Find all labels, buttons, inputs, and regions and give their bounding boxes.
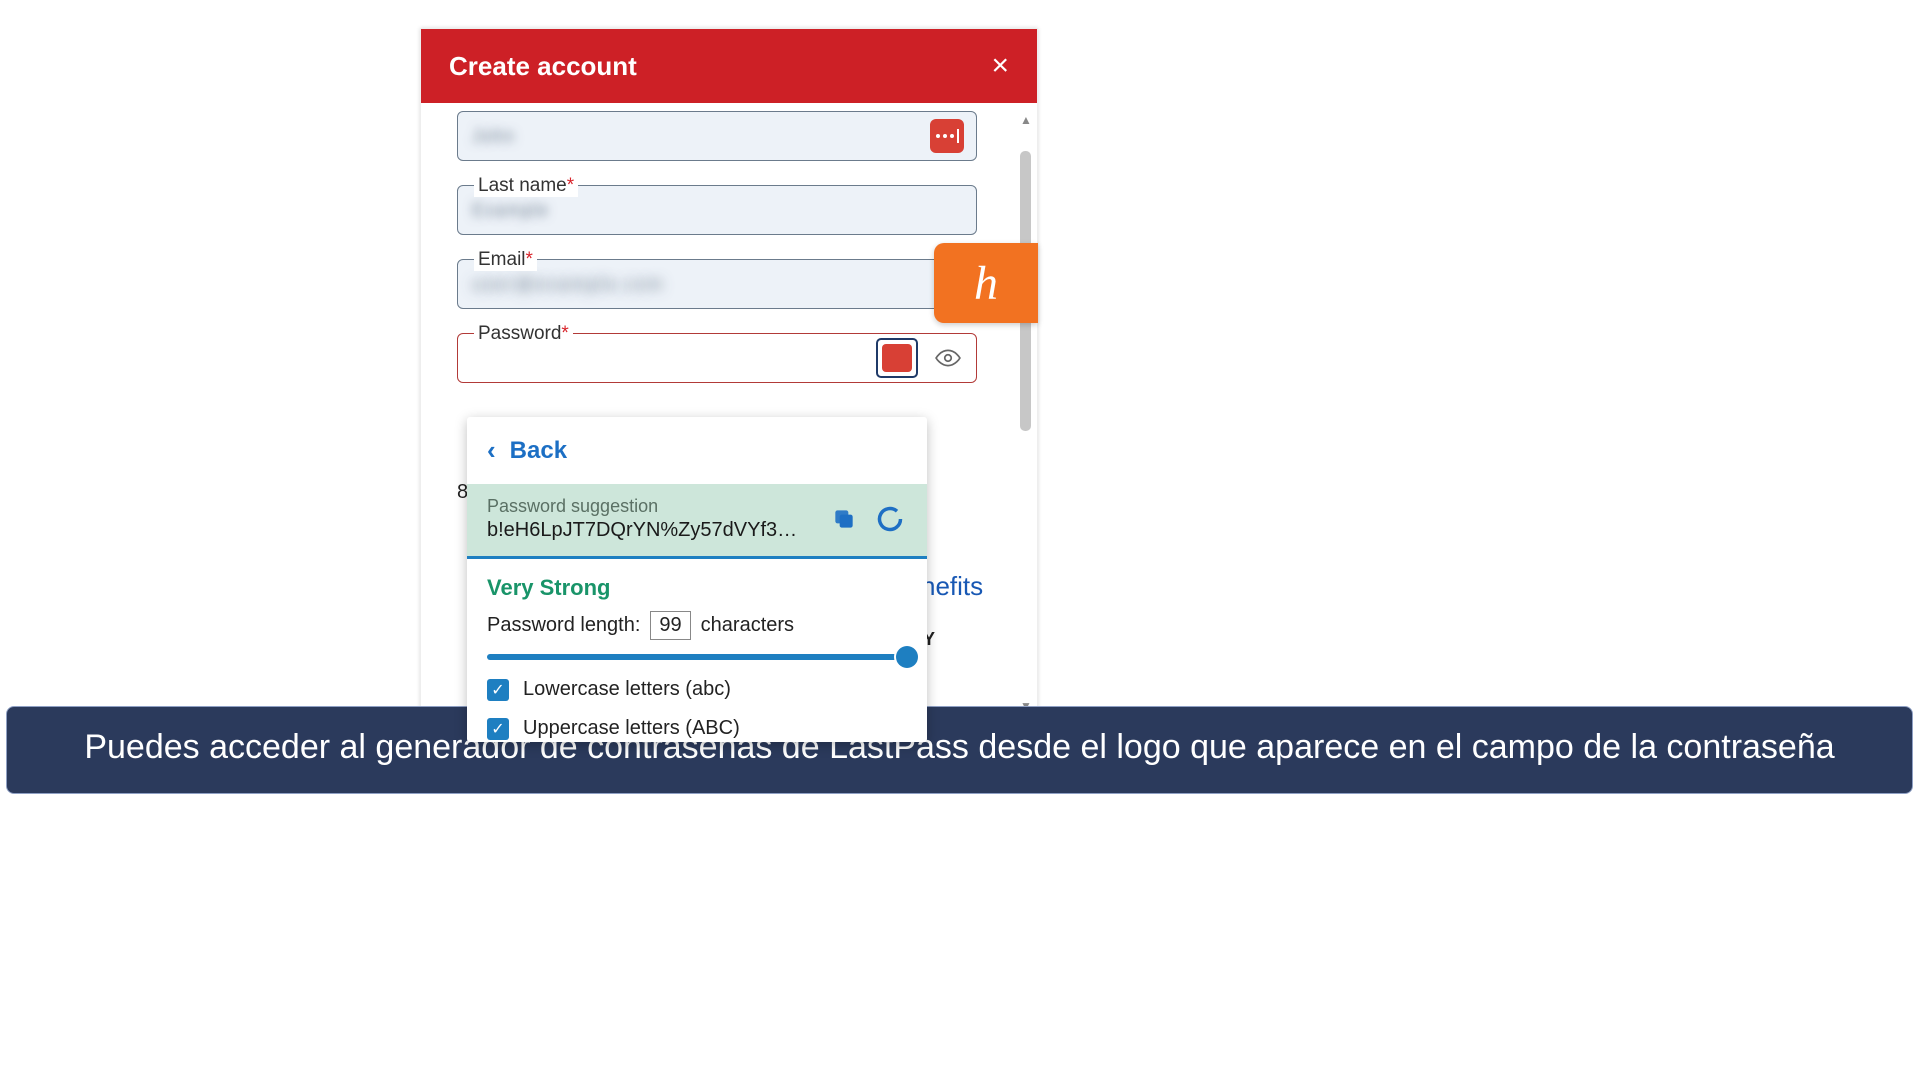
email-field[interactable]: Email* user@example.com bbox=[457, 259, 977, 309]
close-icon[interactable]: × bbox=[991, 49, 1009, 83]
caption: Puedes acceder al generador de contraseñ… bbox=[6, 706, 1913, 794]
suggestion-row: Password suggestion b!eH6LpJT7DQrYN%Zy57… bbox=[467, 484, 927, 559]
length-slider[interactable] bbox=[467, 650, 927, 670]
email-value: user@example.com bbox=[472, 274, 664, 295]
length-input[interactable]: 99 bbox=[650, 611, 690, 640]
suggestion-value: b!eH6LpJT7DQrYN%Zy57dVYf3WgxV… bbox=[487, 519, 815, 542]
back-button[interactable]: ‹ Back bbox=[467, 417, 927, 484]
length-row: Password length: 99 characters bbox=[467, 611, 927, 650]
scroll-up-icon[interactable]: ▲ bbox=[1017, 111, 1035, 129]
lowercase-label: Lowercase letters (abc) bbox=[523, 678, 731, 701]
suggestion-label: Password suggestion bbox=[487, 496, 815, 517]
honey-icon: h bbox=[974, 256, 998, 311]
email-label: Email* bbox=[474, 249, 537, 271]
panel-header: Create account × bbox=[421, 29, 1037, 103]
back-label: Back bbox=[510, 437, 567, 465]
uppercase-option[interactable]: ✓ Uppercase letters (ABC) bbox=[467, 709, 927, 742]
checkbox-checked-icon[interactable]: ✓ bbox=[487, 718, 509, 740]
last-name-value: Example bbox=[472, 200, 549, 221]
lowercase-option[interactable]: ✓ Lowercase letters (abc) bbox=[467, 670, 927, 709]
last-name-field[interactable]: Last name* Example bbox=[457, 185, 977, 235]
first-name-value: John bbox=[472, 126, 515, 147]
password-label: Password* bbox=[474, 323, 573, 345]
strength-label: Very Strong bbox=[467, 559, 927, 611]
eye-icon[interactable] bbox=[932, 342, 964, 374]
uppercase-label: Uppercase letters (ABC) bbox=[523, 717, 740, 740]
copy-icon[interactable] bbox=[827, 502, 861, 536]
checkbox-checked-icon[interactable]: ✓ bbox=[487, 679, 509, 701]
length-unit: characters bbox=[701, 614, 794, 637]
chevron-left-icon: ‹ bbox=[487, 435, 496, 466]
first-name-field[interactable]: John bbox=[457, 111, 977, 161]
scrollbar[interactable]: ▲ ▼ bbox=[1017, 111, 1035, 715]
refresh-icon[interactable] bbox=[873, 502, 907, 536]
password-field[interactable]: Password* bbox=[457, 333, 977, 383]
last-name-label: Last name* bbox=[474, 175, 578, 197]
create-account-panel: Create account × John Last name* Example bbox=[420, 28, 1038, 708]
lastpass-field-icon[interactable] bbox=[876, 338, 918, 378]
length-label: Password length: bbox=[487, 614, 640, 637]
lastpass-icon[interactable] bbox=[930, 119, 964, 153]
honey-tab[interactable]: h bbox=[934, 243, 1038, 323]
benefits-snippet: nefits bbox=[921, 571, 983, 602]
password-generator-panel: ‹ Back Password suggestion b!eH6LpJT7DQr… bbox=[467, 417, 927, 742]
slider-knob[interactable] bbox=[896, 646, 918, 668]
panel-title: Create account bbox=[449, 51, 637, 82]
